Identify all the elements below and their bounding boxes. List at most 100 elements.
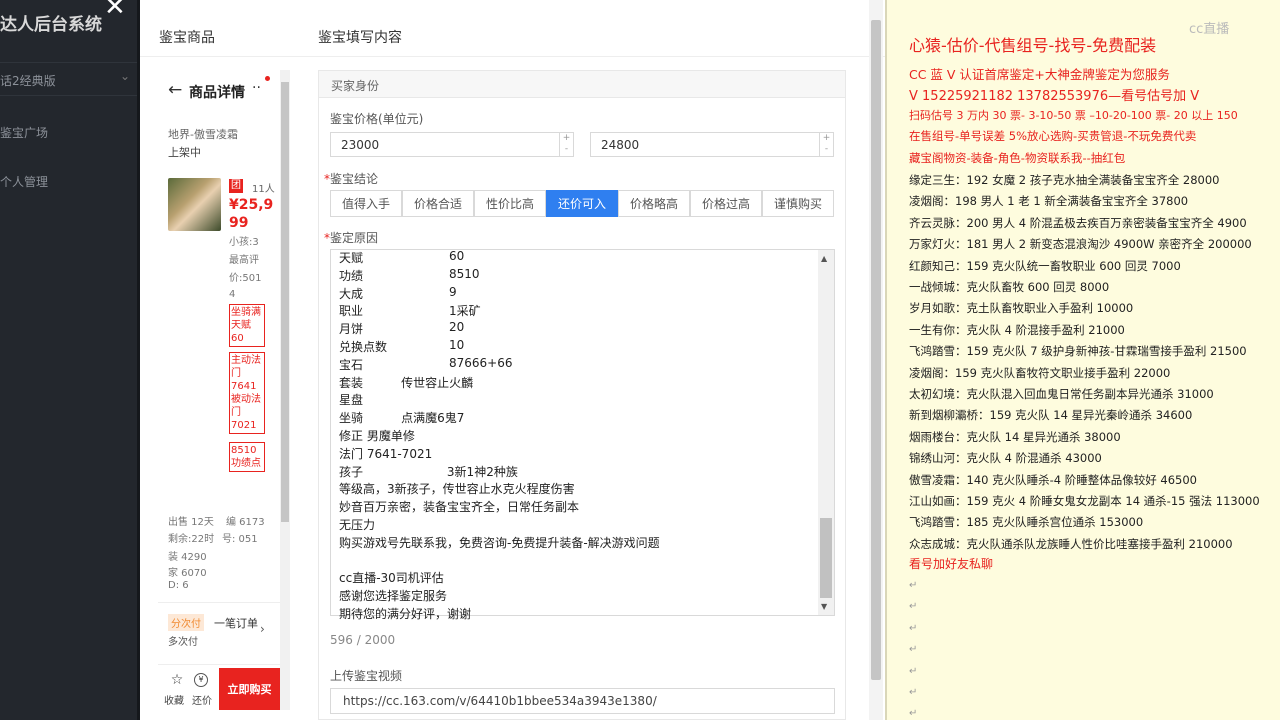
star-icon[interactable]: ☆: [166, 672, 188, 688]
notification-dot: [265, 76, 270, 81]
reason-line: 套装 传世容止火麟: [339, 375, 474, 390]
reason-key: 兑换点数: [339, 340, 388, 354]
character-avatar[interactable]: [168, 178, 221, 231]
reason-line: 妙音百万亲密，装备宝宝齐全，日常任务副本: [339, 500, 580, 515]
stat-id: 编 6173: [226, 517, 265, 528]
divider: [158, 602, 280, 603]
child-stat: 小孩:3: [229, 237, 259, 248]
return-mark-icon: ↵: [909, 601, 918, 613]
scroll-down-icon[interactable]: ▼: [821, 602, 827, 611]
reason-value: 60: [449, 249, 465, 263]
price-max-input[interactable]: 24800 + -: [590, 132, 834, 157]
stat-remaining: 剩余:22时: [168, 534, 215, 545]
reason-line: 修正 男魔单修: [339, 429, 415, 443]
more-icon[interactable]: ··: [252, 80, 261, 96]
installment-badge: 分次付: [168, 614, 204, 631]
stat-sale: 出售 12天: [168, 517, 214, 528]
reason-line: 宝石 87666+66: [339, 356, 513, 373]
scroll-thumb[interactable]: [871, 20, 881, 680]
reason-line: 孩子 3新1神2种族: [339, 464, 518, 479]
reason-value: 8510: [449, 266, 480, 281]
notepad-listing: 锦绣山河：克火队 4 阶混通杀 43000: [909, 451, 1102, 466]
option-bargain-ok[interactable]: 还价可入: [546, 190, 618, 217]
notepad-listing: 岁月如歌：克土队畜牧职业入手盈利 10000: [909, 301, 1134, 316]
bargain-label[interactable]: 还价: [192, 692, 212, 707]
return-mark-icon: ↵: [909, 644, 918, 656]
reason-value: 9: [449, 284, 457, 299]
listing-status: 上架中: [168, 146, 201, 159]
notepad-listing: 万家灯火：181 男人 2 新变态混浪淘沙 4900W 亲密齐全 200000: [909, 237, 1252, 252]
char-counter: 596 / 2000: [330, 633, 396, 647]
notepad-listing: 烟雨楼台：克火队 14 星异光通杀 38000: [909, 429, 1121, 444]
chevron-down-icon: ⌄: [120, 69, 131, 83]
option-cautious[interactable]: 谨慎购买: [762, 190, 834, 217]
notepad-price-line: 扫码估号 3 万内 30 票- 3-10-50 票 –10-20-100 票- …: [909, 109, 1238, 122]
option-fair-price[interactable]: 价格合适: [402, 190, 474, 217]
reason-key: 宝石: [339, 357, 364, 372]
reason-value: 1采矿: [449, 304, 481, 319]
textarea-scrollbar[interactable]: ▲ ▼: [818, 250, 834, 615]
price-max-stepper[interactable]: + -: [819, 133, 833, 156]
notepad-service-line: CC 蓝 V 认证首席鉴定+大神金牌鉴定为您服务: [909, 67, 1170, 82]
return-mark-icon: ↵: [909, 580, 918, 591]
reason-line: 坐骑 点满魔6鬼7: [339, 411, 465, 426]
favorite-label[interactable]: 收藏: [164, 692, 184, 707]
price-val: 价:501: [229, 273, 262, 284]
stat-equip: 装 4290: [168, 552, 207, 563]
left-header: 鉴宝商品: [159, 30, 215, 46]
close-icon[interactable]: ✕: [104, 0, 126, 22]
version-select[interactable]: 话2经典版 ⌄: [0, 62, 137, 96]
reason-label: *鉴定原因: [324, 231, 379, 245]
menu-item-personal[interactable]: 个人管理: [0, 173, 48, 190]
notepad-listing: 傲雪凌霜：140 克火队睡杀-4 阶睡整体品像较好 46500: [909, 472, 1197, 487]
scroll-thumb[interactable]: [281, 82, 289, 522]
notepad-listing: 飞鸿踏雪：159 克火队 7 级护身新神孩-甘霖瑞雪接手盈利 21500: [909, 344, 1247, 359]
tag-mount: 坐骑满天赋60: [229, 304, 265, 347]
reason-line: 星盘: [339, 393, 364, 408]
buy-now-button[interactable]: 立即购买: [219, 668, 280, 710]
tag-skills: 主动法门7641 被动法门7021: [229, 352, 265, 434]
reason-line: 法门 7641-7021: [339, 446, 433, 461]
reason-line: 购买游戏号先联系我，免费咨询-免费提升装备-解决游戏问题: [339, 535, 660, 550]
preview-scrollbar[interactable]: [280, 70, 290, 710]
notepad-listing: 凌烟阁：198 男人 1 老 1 新全满装备宝宝齐全 37800: [909, 194, 1189, 209]
divider: [158, 664, 280, 665]
reason-line: 大成 9: [339, 285, 457, 302]
option-too-high[interactable]: 价格过高: [690, 190, 762, 217]
reason-value: 87666+66: [449, 355, 513, 370]
option-worth-buying[interactable]: 值得入手: [330, 190, 402, 217]
bargain-icon[interactable]: ¥: [194, 673, 208, 687]
reason-line: 天赋 60: [339, 249, 464, 266]
reason-key: 月饼: [339, 322, 364, 337]
notepad-listing: 众志成城：克火队通杀队龙族睡人性价比哇塞接手盈利 210000: [909, 536, 1233, 551]
tag-merit: 8510功绩点: [229, 442, 265, 472]
return-mark-icon: ↵: [909, 622, 918, 634]
chevron-right-icon[interactable]: ›: [260, 622, 265, 636]
option-slightly-high[interactable]: 价格略高: [618, 190, 690, 217]
menu-item-appraisal-square[interactable]: 鉴宝广场: [0, 124, 48, 141]
reason-line: 期待您的满分好评，谢谢: [339, 607, 472, 621]
reason-line: 功绩 8510: [339, 267, 480, 284]
one-order-label: 一笔订单: [214, 617, 258, 630]
notepad-listing: 飞鸿踏雪：185 克火队睡杀宫位通杀 153000: [909, 515, 1144, 530]
option-good-value[interactable]: 性价比高: [474, 190, 546, 217]
scroll-thumb[interactable]: [820, 518, 832, 598]
conclusion-label: *鉴宝结论: [324, 172, 379, 186]
return-mark-icon: ↵: [909, 665, 918, 677]
upload-label: 上传鉴宝视频: [330, 669, 403, 683]
notepad-contact-line: V 15225921182 13782553976—看号估号加 V: [909, 89, 1200, 104]
scroll-up-icon[interactable]: ▲: [821, 254, 827, 263]
price-min-stepper[interactable]: + -: [559, 133, 573, 156]
price-min-input[interactable]: 23000 + -: [330, 132, 574, 157]
reason-line: 兑换点数 10: [339, 338, 464, 355]
reason-line: 月饼 20: [339, 320, 464, 337]
group-badge: 团: [229, 179, 243, 193]
modal-scrollbar[interactable]: [869, 0, 883, 720]
watermark: cc直播: [1189, 22, 1230, 37]
video-url-input[interactable]: https://cc.163.com/v/64410b1bbee534a3943…: [330, 688, 835, 714]
notepad-listing: 齐云灵脉：200 男人 4 阶混孟极去疾百万亲密装备宝宝齐全 4900: [909, 215, 1247, 230]
reason-key: 功绩: [339, 268, 364, 283]
product-preview: ← 商品详情 ·· 地界-傲雪凌霜 上架中 团 11人 ¥25,999 小孩:3…: [158, 70, 280, 720]
return-mark-icon: ↵: [909, 687, 918, 698]
back-arrow-icon[interactable]: ←: [168, 80, 182, 100]
